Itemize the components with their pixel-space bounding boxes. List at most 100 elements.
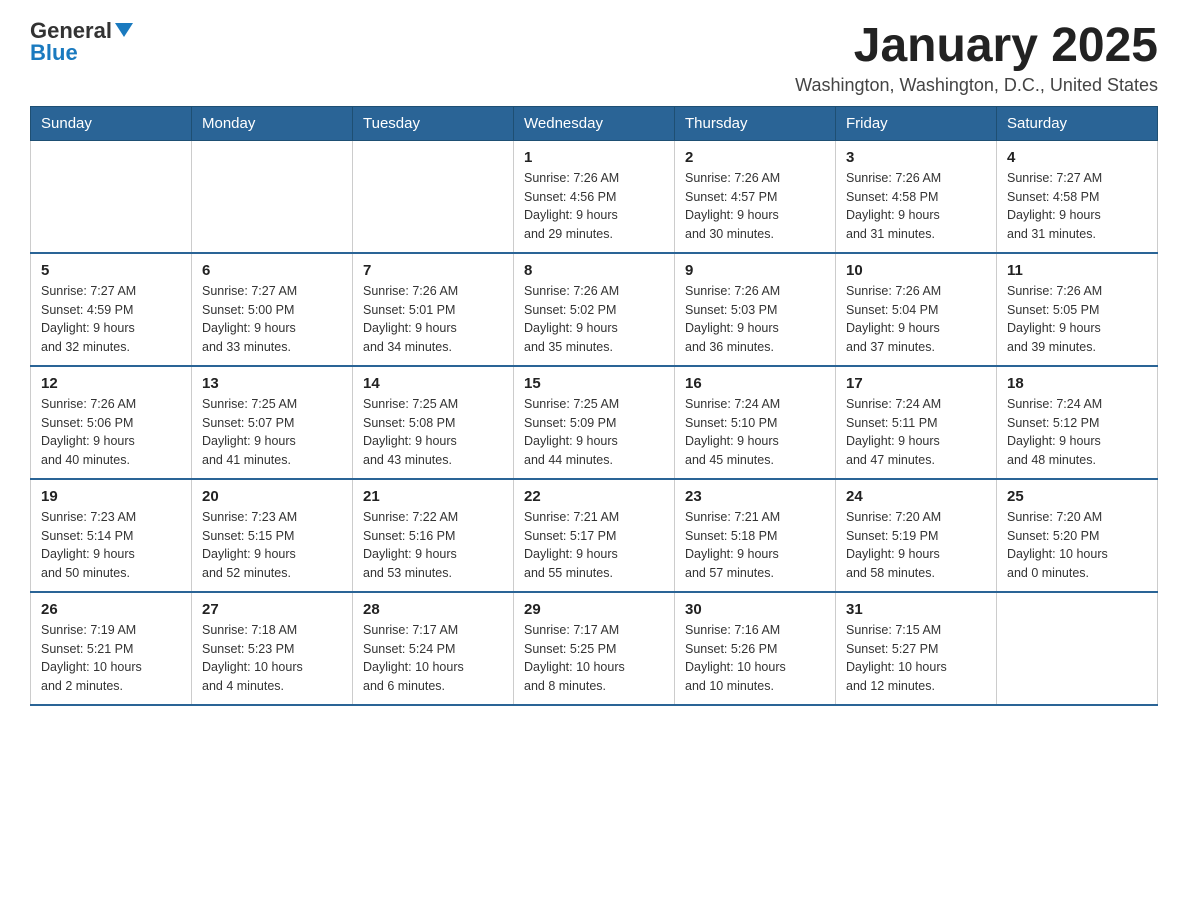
day-number: 25 [1007, 488, 1147, 505]
day-info: Sunrise: 7:26 AMSunset: 4:56 PMDaylight:… [524, 169, 664, 244]
day-info: Sunrise: 7:15 AMSunset: 5:27 PMDaylight:… [846, 621, 986, 696]
calendar-cell: 21Sunrise: 7:22 AMSunset: 5:16 PMDayligh… [353, 479, 514, 592]
day-number: 11 [1007, 262, 1147, 279]
day-number: 8 [524, 262, 664, 279]
calendar-week-row: 12Sunrise: 7:26 AMSunset: 5:06 PMDayligh… [31, 366, 1158, 479]
day-info: Sunrise: 7:20 AMSunset: 5:20 PMDaylight:… [1007, 508, 1147, 583]
day-number: 16 [685, 375, 825, 392]
day-of-week-header: Friday [836, 106, 997, 140]
calendar-cell: 20 Sunrise: 7:23 AMSunset: 5:15 PMDayligh… [192, 479, 353, 592]
day-number: 23 [685, 488, 825, 505]
logo-arrow-icon [115, 23, 133, 41]
day-number: 4 [1007, 149, 1147, 166]
day-number: 30 [685, 601, 825, 618]
day-number: 14 [363, 375, 503, 392]
day-info: Sunrise: 7:27 AMSunset: 4:58 PMDaylight:… [1007, 169, 1147, 244]
calendar-cell: 25 Sunrise: 7:20 AMSunset: 5:20 PMDayligh… [997, 479, 1158, 592]
day-of-week-header: Wednesday [514, 106, 675, 140]
calendar-week-row: 1 Sunrise: 7:26 AMSunset: 4:56 PMDaylight… [31, 140, 1158, 253]
calendar-cell: 24Sunrise: 7:20 AMSunset: 5:19 PMDayligh… [836, 479, 997, 592]
day-number: 24 [846, 488, 986, 505]
day-number: 5 [41, 262, 181, 279]
day-number: 29 [524, 601, 664, 618]
calendar-cell: 17 Sunrise: 7:24 AMSunset: 5:11 PMDayligh… [836, 366, 997, 479]
calendar-cell: 5 Sunrise: 7:27 AMSunset: 4:59 PMDaylight… [31, 253, 192, 366]
title-block: January 2025 Washington, Washington, D.C… [795, 20, 1158, 96]
day-number: 31 [846, 601, 986, 618]
calendar-cell: 13 Sunrise: 7:25 AMSunset: 5:07 PMDayligh… [192, 366, 353, 479]
day-number: 22 [524, 488, 664, 505]
calendar-cell: 26 Sunrise: 7:19 AMSunset: 5:21 PMDayligh… [31, 592, 192, 705]
calendar-cell: 9 Sunrise: 7:26 AMSunset: 5:03 PMDaylight… [675, 253, 836, 366]
day-info: Sunrise: 7:27 AMSunset: 4:59 PMDaylight:… [41, 282, 181, 357]
day-info: Sunrise: 7:26 AMSunset: 5:03 PMDaylight:… [685, 282, 825, 357]
day-info: Sunrise: 7:23 AMSunset: 5:15 PMDaylight:… [202, 508, 342, 583]
calendar-cell [353, 140, 514, 253]
calendar-cell: 16 Sunrise: 7:24 AMSunset: 5:10 PMDayligh… [675, 366, 836, 479]
calendar-body: 1 Sunrise: 7:26 AMSunset: 4:56 PMDaylight… [31, 140, 1158, 705]
header-row: SundayMondayTuesdayWednesdayThursdayFrid… [31, 106, 1158, 140]
day-number: 1 [524, 149, 664, 166]
day-info: Sunrise: 7:26 AMSunset: 5:05 PMDaylight:… [1007, 282, 1147, 357]
day-of-week-header: Sunday [31, 106, 192, 140]
day-number: 26 [41, 601, 181, 618]
day-info: Sunrise: 7:27 AMSunset: 5:00 PMDaylight:… [202, 282, 342, 357]
day-number: 10 [846, 262, 986, 279]
day-info: Sunrise: 7:25 AMSunset: 5:07 PMDaylight:… [202, 395, 342, 470]
day-info: Sunrise: 7:24 AMSunset: 5:11 PMDaylight:… [846, 395, 986, 470]
day-info: Sunrise: 7:17 AMSunset: 5:24 PMDaylight:… [363, 621, 503, 696]
day-info: Sunrise: 7:24 AMSunset: 5:12 PMDaylight:… [1007, 395, 1147, 470]
logo: General Blue [30, 20, 133, 64]
logo-general-text: General [30, 20, 112, 42]
calendar-cell: 30Sunrise: 7:16 AMSunset: 5:26 PMDayligh… [675, 592, 836, 705]
calendar-cell: 15Sunrise: 7:25 AMSunset: 5:09 PMDayligh… [514, 366, 675, 479]
calendar-cell: 12Sunrise: 7:26 AMSunset: 5:06 PMDayligh… [31, 366, 192, 479]
calendar-table: SundayMondayTuesdayWednesdayThursdayFrid… [30, 106, 1158, 706]
day-number: 28 [363, 601, 503, 618]
calendar-cell [192, 140, 353, 253]
calendar-cell [31, 140, 192, 253]
day-of-week-header: Saturday [997, 106, 1158, 140]
day-info: Sunrise: 7:21 AMSunset: 5:18 PMDaylight:… [685, 508, 825, 583]
day-number: 19 [41, 488, 181, 505]
day-number: 27 [202, 601, 342, 618]
day-info: Sunrise: 7:19 AMSunset: 5:21 PMDaylight:… [41, 621, 181, 696]
calendar-cell: 3 Sunrise: 7:26 AMSunset: 4:58 PMDaylight… [836, 140, 997, 253]
day-info: Sunrise: 7:18 AMSunset: 5:23 PMDaylight:… [202, 621, 342, 696]
day-info: Sunrise: 7:23 AMSunset: 5:14 PMDaylight:… [41, 508, 181, 583]
day-info: Sunrise: 7:26 AMSunset: 4:58 PMDaylight:… [846, 169, 986, 244]
calendar-cell: 14Sunrise: 7:25 AMSunset: 5:08 PMDayligh… [353, 366, 514, 479]
day-number: 18 [1007, 375, 1147, 392]
calendar-cell: 6 Sunrise: 7:27 AMSunset: 5:00 PMDaylight… [192, 253, 353, 366]
day-number: 6 [202, 262, 342, 279]
calendar-cell: 27 Sunrise: 7:18 AMSunset: 5:23 PMDayligh… [192, 592, 353, 705]
day-info: Sunrise: 7:22 AMSunset: 5:16 PMDaylight:… [363, 508, 503, 583]
day-number: 13 [202, 375, 342, 392]
calendar-header: SundayMondayTuesdayWednesdayThursdayFrid… [31, 106, 1158, 140]
day-number: 2 [685, 149, 825, 166]
calendar-cell: 7Sunrise: 7:26 AMSunset: 5:01 PMDaylight… [353, 253, 514, 366]
calendar-cell: 28 Sunrise: 7:17 AMSunset: 5:24 PMDayligh… [353, 592, 514, 705]
day-of-week-header: Thursday [675, 106, 836, 140]
calendar-cell: 19 Sunrise: 7:23 AMSunset: 5:14 PMDayligh… [31, 479, 192, 592]
day-number: 9 [685, 262, 825, 279]
day-number: 15 [524, 375, 664, 392]
day-number: 20 [202, 488, 342, 505]
day-of-week-header: Monday [192, 106, 353, 140]
day-info: Sunrise: 7:21 AMSunset: 5:17 PMDaylight:… [524, 508, 664, 583]
calendar-week-row: 19 Sunrise: 7:23 AMSunset: 5:14 PMDayligh… [31, 479, 1158, 592]
calendar-cell: 31 Sunrise: 7:15 AMSunset: 5:27 PMDayligh… [836, 592, 997, 705]
calendar-cell: 10 Sunrise: 7:26 AMSunset: 5:04 PMDayligh… [836, 253, 997, 366]
logo-blue-text: Blue [30, 40, 78, 65]
day-info: Sunrise: 7:26 AMSunset: 5:01 PMDaylight:… [363, 282, 503, 357]
calendar-cell: 11 Sunrise: 7:26 AMSunset: 5:05 PMDayligh… [997, 253, 1158, 366]
day-info: Sunrise: 7:17 AMSunset: 5:25 PMDaylight:… [524, 621, 664, 696]
day-of-week-header: Tuesday [353, 106, 514, 140]
day-info: Sunrise: 7:26 AMSunset: 5:04 PMDaylight:… [846, 282, 986, 357]
calendar-cell: 4 Sunrise: 7:27 AMSunset: 4:58 PMDaylight… [997, 140, 1158, 253]
day-number: 17 [846, 375, 986, 392]
day-number: 3 [846, 149, 986, 166]
calendar-week-row: 26 Sunrise: 7:19 AMSunset: 5:21 PMDayligh… [31, 592, 1158, 705]
day-info: Sunrise: 7:26 AMSunset: 4:57 PMDaylight:… [685, 169, 825, 244]
day-info: Sunrise: 7:24 AMSunset: 5:10 PMDaylight:… [685, 395, 825, 470]
